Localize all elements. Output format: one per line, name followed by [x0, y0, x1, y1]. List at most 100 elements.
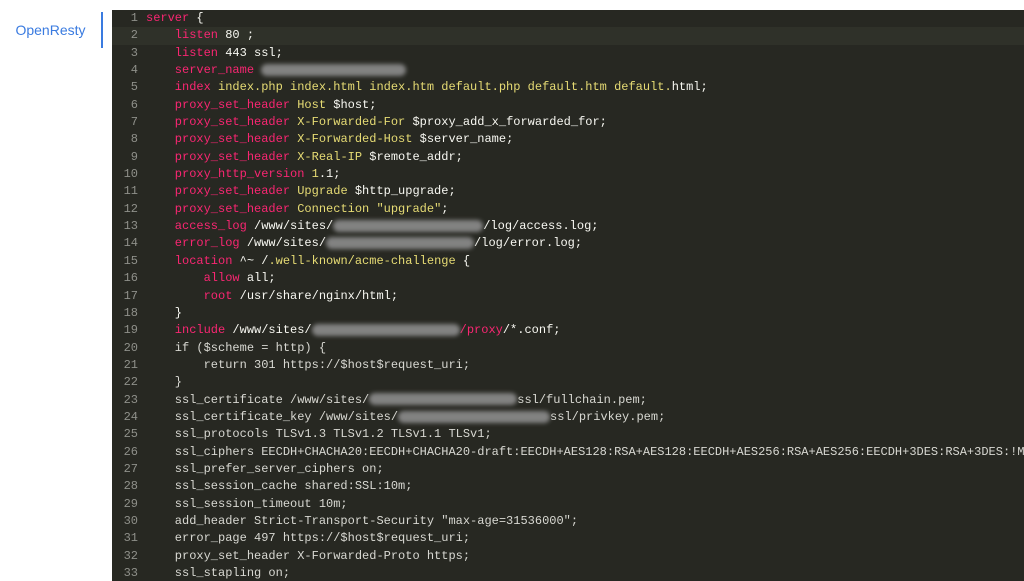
- code-text: access_log /www/sites/ /log/access.log;: [146, 218, 599, 235]
- code-line[interactable]: 30 add_header Strict-Transport-Security …: [112, 513, 1024, 530]
- code-token: ssl_protocols TLSv1.3 TLSv1.2 TLSv1.1 TL…: [146, 427, 492, 442]
- line-number: 24: [123, 409, 138, 424]
- code-token: add_header Strict-Transport-Security "ma…: [146, 513, 579, 528]
- code-text: proxy_set_header X-Real-IP $remote_addr;: [146, 149, 463, 166]
- code-token: proxy_set_header: [146, 97, 291, 112]
- line-number: 5: [130, 80, 138, 95]
- code-line[interactable]: 14 error_log /www/sites/ /log/error.log;: [112, 235, 1024, 252]
- code-token: }: [146, 305, 183, 320]
- code-token: return 301 https://$host$request_uri;: [146, 357, 471, 372]
- code-token: location: [146, 253, 233, 268]
- code-line[interactable]: 5 index index.php index.html index.htm d…: [112, 79, 1024, 96]
- code-text: listen 443 ssl;: [146, 45, 283, 62]
- code-token: all;: [239, 271, 276, 286]
- redacted-path: [398, 410, 551, 423]
- code-token: }: [146, 375, 183, 390]
- code-line[interactable]: 16 allow all;: [112, 270, 1024, 287]
- line-number: 11: [123, 184, 138, 199]
- code-token: $host;: [333, 97, 377, 112]
- line-number: 18: [123, 305, 138, 320]
- code-line[interactable]: 32 proxy_set_header X-Forwarded-Proto ht…: [112, 548, 1024, 565]
- code-text: ssl_prefer_server_ciphers on;: [146, 461, 384, 478]
- code-token: /log/error.log;: [474, 236, 583, 251]
- code-line[interactable]: 26 ssl_ciphers EECDH+CHACHA20:EECDH+CHAC…: [112, 444, 1024, 461]
- code-token: ssl_stapling on;: [146, 566, 291, 580]
- line-number: 20: [123, 340, 138, 355]
- code-line[interactable]: 13 access_log /www/sites/ /log/access.log…: [112, 218, 1024, 235]
- line-number: 13: [123, 219, 138, 234]
- code-token: Upgrade: [290, 184, 355, 199]
- code-line[interactable]: 7 proxy_set_header X-Forwarded-For $prox…: [112, 114, 1024, 131]
- code-line[interactable]: 17 root /usr/share/nginx/html;: [112, 288, 1024, 305]
- code-line[interactable]: 11 proxy_set_header Upgrade $http_upgrad…: [112, 183, 1024, 200]
- code-token: {: [455, 253, 471, 268]
- code-text: return 301 https://$host$request_uri;: [146, 357, 470, 374]
- tab-openresty[interactable]: OpenResty: [0, 12, 103, 48]
- code-token: proxy_set_header: [146, 184, 291, 199]
- code-text: add_header Strict-Transport-Security "ma…: [146, 513, 578, 530]
- code-token: .well-known/acme-challenge: [268, 253, 456, 268]
- code-editor[interactable]: 1 server {2 listen 80 ; 3 listen 443 ssl; 4…: [112, 10, 1024, 581]
- code-line[interactable]: 27 ssl_prefer_server_ciphers on;: [112, 461, 1024, 478]
- code-token: $proxy_add_x_forwarded_for;: [412, 115, 607, 130]
- code-line[interactable]: 24 ssl_certificate_key /www/sites/ssl/pr…: [112, 409, 1024, 426]
- code-line[interactable]: 18 }: [112, 305, 1024, 322]
- code-token: X-Real-IP: [290, 149, 370, 164]
- code-text: include /www/sites/ /proxy/*.conf;: [146, 322, 561, 339]
- line-number: 19: [123, 323, 138, 338]
- code-line[interactable]: 4 server_name: [112, 62, 1024, 79]
- code-line[interactable]: 15 location ^~ /.well-known/acme-challen…: [112, 253, 1024, 270]
- line-number: 3: [130, 45, 138, 60]
- code-line[interactable]: 21 return 301 https://$host$request_uri;: [112, 357, 1024, 374]
- code-line[interactable]: 31 error_page 497 https://$host$request_…: [112, 530, 1024, 547]
- code-text: location ^~ /.well-known/acme-challenge …: [146, 253, 470, 270]
- code-line[interactable]: 29 ssl_session_timeout 10m;: [112, 496, 1024, 513]
- code-line[interactable]: 33 ssl_stapling on;: [112, 565, 1024, 581]
- code-line[interactable]: 22 }: [112, 374, 1024, 391]
- code-line[interactable]: 23 ssl_certificate /www/sites/ssl/fullch…: [112, 392, 1024, 409]
- code-token: 1: [304, 167, 319, 182]
- line-number: 31: [123, 531, 138, 546]
- code-token: proxy_set_header: [146, 201, 291, 216]
- code-line[interactable]: 12 proxy_set_header Connection "upgrade"…: [112, 201, 1024, 218]
- code-token: /www/sites/: [225, 323, 312, 338]
- code-token: Connection: [290, 201, 377, 216]
- code-line[interactable]: 20 if ($scheme = http) {: [112, 340, 1024, 357]
- code-token: ssl_certificate_key /www/sites/: [146, 409, 399, 424]
- code-line[interactable]: 9 proxy_set_header X-Real-IP $remote_add…: [112, 149, 1024, 166]
- code-text: }: [146, 374, 182, 391]
- line-number: 29: [123, 496, 138, 511]
- code-token: ssl_certificate /www/sites/: [146, 392, 370, 407]
- code-token: html;: [671, 80, 708, 95]
- code-text: ssl_stapling on;: [146, 565, 290, 581]
- line-number: 23: [123, 392, 138, 407]
- code-text: proxy_set_header X-Forwarded-For $proxy_…: [146, 114, 607, 131]
- code-line[interactable]: 6 proxy_set_header Host $host;: [112, 97, 1024, 114]
- code-text: ssl_certificate_key /www/sites/ssl/privk…: [146, 409, 665, 426]
- code-token: if ($scheme = http) {: [146, 340, 327, 355]
- code-line[interactable]: 3 listen 443 ssl;: [112, 45, 1024, 62]
- line-number: 1: [130, 11, 138, 25]
- code-line[interactable]: 10 proxy_http_version 1.1;: [112, 166, 1024, 183]
- line-number: 10: [123, 167, 138, 182]
- code-token: Host: [290, 97, 334, 112]
- code-text: ssl_certificate /www/sites/ssl/fullchain…: [146, 392, 647, 409]
- code-token: ssl_session_cache shared:SSL:10m;: [146, 479, 413, 494]
- code-token: {: [189, 11, 204, 25]
- code-token: ssl_prefer_server_ciphers on;: [146, 461, 384, 476]
- code-text: root /usr/share/nginx/html;: [146, 288, 398, 305]
- code-line[interactable]: 19 include /www/sites/ /proxy/*.conf;: [112, 322, 1024, 339]
- code-line[interactable]: 2 listen 80 ;: [112, 27, 1024, 45]
- code-text: error_log /www/sites/ /log/error.log;: [146, 235, 582, 252]
- code-text: listen 80 ;: [146, 27, 254, 44]
- line-number: 32: [123, 548, 138, 563]
- code-line[interactable]: 8 proxy_set_header X-Forwarded-Host $ser…: [112, 131, 1024, 148]
- code-line[interactable]: 1 server {: [112, 10, 1024, 27]
- code-line[interactable]: 25 ssl_protocols TLSv1.3 TLSv1.2 TLSv1.1…: [112, 426, 1024, 443]
- code-token: /log/access.log;: [483, 219, 599, 234]
- code-token: /usr/share/nginx/html;: [232, 288, 399, 303]
- code-token: $remote_addr;: [369, 149, 463, 164]
- code-token: "upgrade": [376, 201, 442, 216]
- code-line[interactable]: 28 ssl_session_cache shared:SSL:10m;: [112, 478, 1024, 495]
- code-token: ssl_ciphers EECDH+CHACHA20:EECDH+CHACHA2…: [146, 444, 1024, 459]
